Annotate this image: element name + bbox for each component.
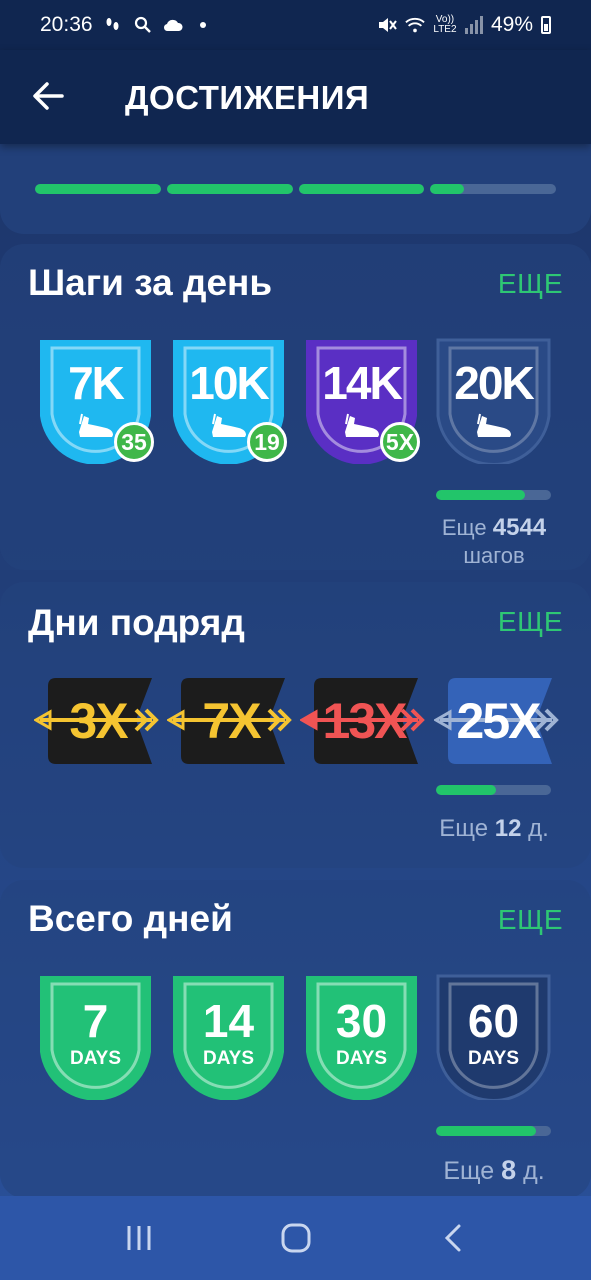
total-remaining: Еще 8 д.	[420, 1155, 568, 1186]
badge-number: 60	[467, 995, 520, 1047]
battery-icon	[541, 16, 551, 34]
mute-icon	[377, 14, 397, 36]
system-nav-bar	[0, 1196, 591, 1280]
badge-count: 19	[247, 422, 287, 462]
sneaker-icon	[477, 413, 511, 437]
total-progress-bar	[436, 1126, 551, 1136]
sneaker-icon	[79, 413, 113, 437]
badge-unit: DAYS	[335, 1048, 388, 1069]
cloud-icon	[163, 14, 183, 36]
progress-segment	[298, 184, 425, 194]
notification-dot-icon	[193, 14, 213, 36]
streak-progress-bar	[436, 785, 551, 795]
total-days-badge-locked[interactable]: 60 DAYS	[436, 974, 551, 1102]
remain-suffix: д.	[528, 815, 549, 842]
total-title: Всего дней	[28, 898, 233, 939]
sneaker-icon	[345, 413, 379, 437]
streak-label: 25X	[456, 693, 542, 749]
badge-label: 10K	[189, 357, 269, 409]
total-more-link[interactable]: ЕЩЕ	[498, 904, 563, 936]
total-days-badge[interactable]: 7 DAYS	[38, 974, 153, 1102]
streak-label: 3X	[69, 693, 128, 749]
progress-segment	[166, 184, 293, 194]
status-right: Vo)) LTE2 49%	[377, 13, 551, 37]
segmented-progress	[35, 184, 556, 194]
streak-remaining: Еще 12 д.	[420, 815, 568, 843]
footsteps-icon	[103, 14, 123, 36]
steps-title: Шаги за день	[28, 262, 273, 303]
steps-more-link[interactable]: ЕЩЕ	[498, 268, 563, 300]
streak-badge[interactable]: 13X	[298, 676, 428, 766]
remain-prefix: Еще	[443, 1157, 495, 1185]
remain-prefix: Еще	[439, 815, 489, 842]
streak-badge-locked[interactable]: 25X	[432, 676, 562, 766]
search-icon	[133, 14, 153, 36]
badge-number: 14	[202, 995, 255, 1047]
steps-badge[interactable]: 10K 19	[171, 338, 287, 466]
home-icon	[281, 1223, 310, 1253]
status-bar: 20:36 Vo)) LTE2 49%	[0, 0, 591, 50]
sneaker-icon	[212, 413, 246, 437]
badge-number: 7	[82, 995, 109, 1047]
badge-count: 35	[114, 422, 154, 462]
badge-label: 20K	[454, 357, 534, 409]
battery-percent: 49%	[490, 13, 533, 36]
progress-segment	[430, 184, 556, 194]
recent-apps-icon	[127, 1226, 150, 1250]
back-arrow-icon	[33, 82, 64, 110]
status-left: 20:36	[40, 13, 213, 37]
streak-label: 7X	[202, 693, 261, 749]
steps-badge-locked[interactable]: 20K	[436, 338, 551, 466]
page-title: ДОСТИЖЕНИЯ	[125, 79, 370, 116]
steps-badge[interactable]: 14K 5X	[304, 338, 420, 466]
status-time: 20:36	[40, 13, 93, 36]
recent-apps-button[interactable]	[109, 1208, 169, 1268]
home-button[interactable]	[266, 1208, 326, 1268]
badge-number: 30	[335, 995, 388, 1047]
badge-label: 7K	[68, 357, 125, 409]
streak-badge[interactable]: 3X	[32, 676, 162, 766]
back-button[interactable]	[28, 76, 72, 116]
badge-unit: DAYS	[69, 1048, 122, 1069]
app-header: ДОСТИЖЕНИЯ	[0, 50, 591, 144]
streak-title: Дни подряд	[28, 602, 245, 643]
total-days-badge[interactable]: 14 DAYS	[171, 974, 286, 1102]
steps-remaining: Еще 4544 шагов	[420, 514, 568, 570]
signal-icon	[464, 16, 483, 34]
remain-prefix: Еще	[441, 515, 487, 540]
remain-suffix: шагов	[463, 543, 525, 568]
badge-unit: DAYS	[467, 1048, 520, 1069]
chevron-left-icon	[444, 1224, 460, 1252]
wifi-icon	[405, 14, 425, 36]
remain-value: 12	[494, 815, 522, 842]
streak-badge[interactable]: 7X	[165, 676, 295, 766]
remain-value: 8	[501, 1155, 517, 1185]
progress-segment	[35, 184, 161, 194]
badge-unit: DAYS	[202, 1048, 255, 1069]
remain-value: 4544	[492, 514, 547, 541]
steps-progress-bar	[436, 490, 551, 500]
badge-label: 14K	[322, 357, 402, 409]
streak-more-link[interactable]: ЕЩЕ	[498, 606, 563, 638]
streak-label: 13X	[322, 693, 408, 749]
total-days-badge[interactable]: 30 DAYS	[304, 974, 419, 1102]
badge-count: 5X	[380, 422, 420, 462]
system-back-button[interactable]	[423, 1208, 483, 1268]
network-label: Vo)) LTE2	[433, 14, 457, 35]
remain-suffix: д.	[523, 1157, 545, 1185]
steps-badge[interactable]: 7K 35	[38, 338, 154, 466]
